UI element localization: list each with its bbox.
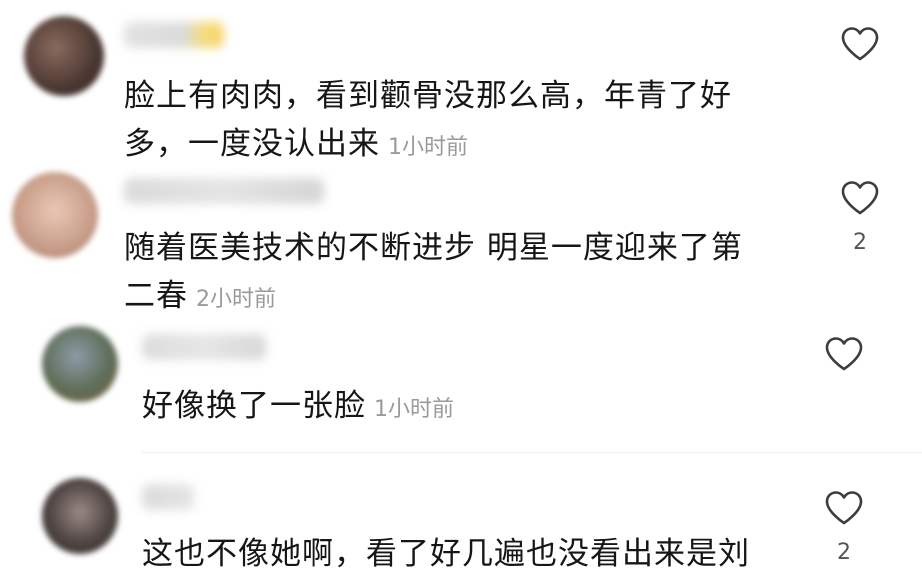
comment-text: 这也不像她啊，看了好几遍也没看出来是刘 <box>142 530 750 578</box>
username[interactable] <box>142 484 194 510</box>
reply-item: 这也不像她啊，看了好几遍也没看出来是刘 2 <box>0 0 922 582</box>
comment-text-line: 这也不像她啊，看了好几遍也没看出来是刘 <box>142 536 750 572</box>
heart-icon <box>825 491 863 525</box>
like-count: 2 <box>837 540 851 565</box>
like-button[interactable]: 2 <box>822 490 866 565</box>
avatar[interactable] <box>42 478 118 554</box>
